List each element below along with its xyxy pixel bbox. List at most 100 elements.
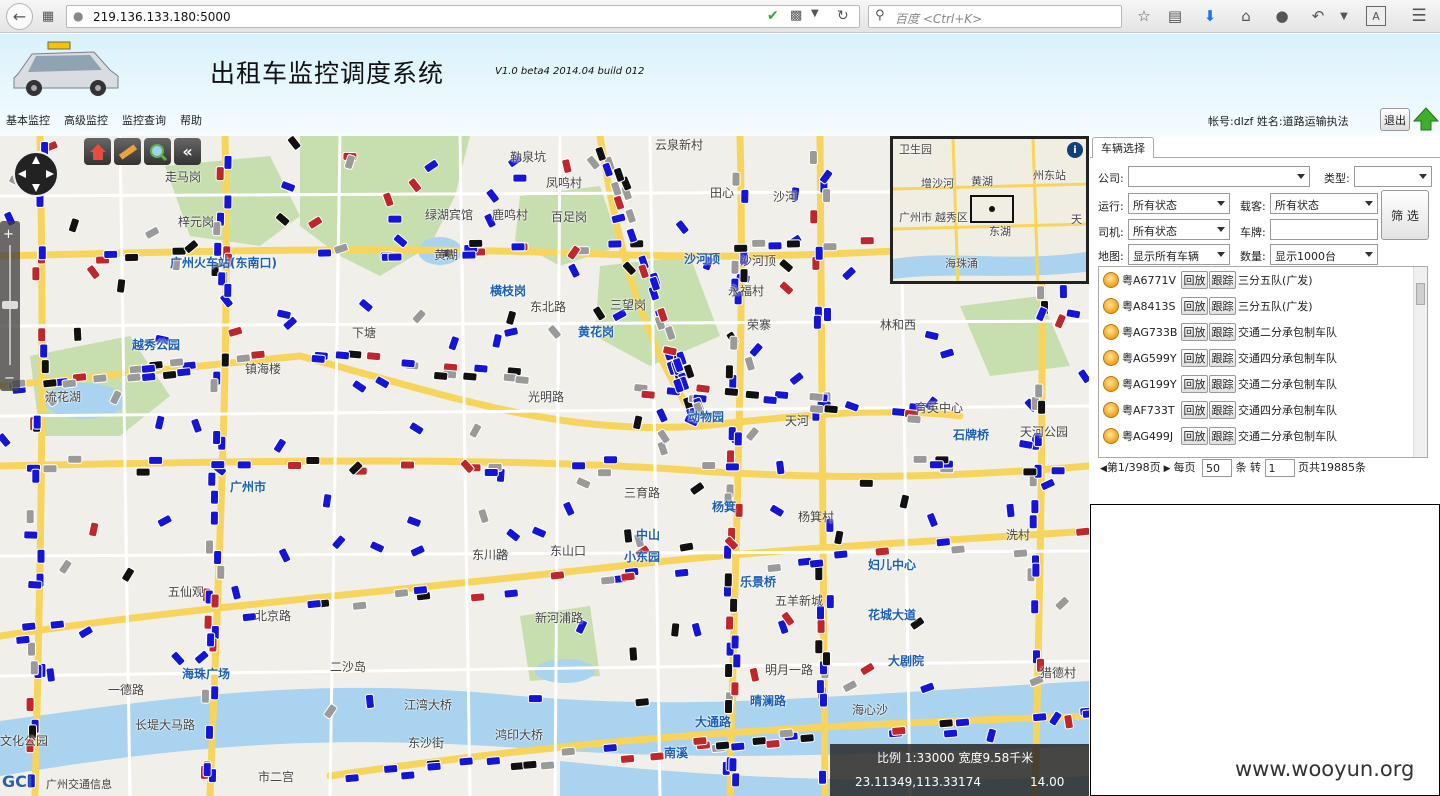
taxi-marker[interactable] bbox=[739, 268, 749, 284]
taxi-marker[interactable] bbox=[814, 566, 824, 582]
taxi-marker[interactable] bbox=[527, 694, 543, 704]
company-select[interactable] bbox=[1128, 166, 1310, 187]
taxi-marker[interactable] bbox=[287, 461, 302, 470]
taxi-marker[interactable] bbox=[751, 736, 767, 747]
taxi-marker[interactable] bbox=[31, 468, 41, 484]
taxi-marker[interactable] bbox=[522, 759, 538, 770]
taxi-marker[interactable] bbox=[124, 252, 140, 263]
taxi-marker[interactable] bbox=[213, 549, 223, 566]
taxi-marker[interactable] bbox=[730, 634, 740, 650]
chat-icon[interactable]: ● bbox=[1272, 6, 1292, 26]
taxi-marker[interactable] bbox=[400, 460, 415, 470]
prev-page-icon[interactable]: ◀ bbox=[1100, 464, 1107, 474]
map-view[interactable]: 勒泉坑 云泉新村 走马岗 梓元岗 凤鸣村 百足岗 鹿鸣村 绿湖宾馆 田心 沙河 广州火车站(东南口)… bbox=[0, 136, 1089, 796]
taxi-marker[interactable] bbox=[468, 238, 484, 248]
taxi-marker[interactable] bbox=[799, 733, 815, 744]
taxi-marker[interactable] bbox=[23, 530, 39, 540]
taxi-marker[interactable] bbox=[1012, 548, 1029, 559]
menu-icon[interactable]: ☰ bbox=[1408, 5, 1430, 27]
taxi-marker[interactable] bbox=[220, 352, 230, 368]
list-item[interactable]: 粤AG199Y 回放 跟踪 交通二分承包制车队 bbox=[1099, 371, 1419, 397]
taxi-marker[interactable] bbox=[514, 375, 530, 385]
taxi-marker[interactable] bbox=[1028, 514, 1038, 530]
taxi-marker[interactable] bbox=[620, 571, 636, 582]
taxi-marker[interactable] bbox=[740, 188, 750, 204]
taxi-marker[interactable] bbox=[400, 770, 416, 781]
taxi-marker[interactable] bbox=[822, 188, 832, 204]
list-item[interactable]: 粤AG499J 回放 跟踪 交通二分承包制车队 bbox=[1099, 423, 1419, 449]
taxi-marker[interactable] bbox=[724, 364, 734, 380]
taxi-marker[interactable] bbox=[539, 760, 556, 771]
taxi-marker[interactable] bbox=[204, 724, 215, 740]
taxi-marker[interactable] bbox=[731, 772, 741, 788]
taxi-marker[interactable] bbox=[600, 575, 616, 586]
taxi-marker[interactable] bbox=[1030, 599, 1040, 615]
taxi-marker[interactable] bbox=[1037, 399, 1047, 415]
taxi-marker[interactable] bbox=[775, 459, 786, 476]
taxi-marker[interactable] bbox=[412, 585, 429, 596]
taxi-marker[interactable] bbox=[1065, 308, 1082, 320]
taxi-marker[interactable] bbox=[818, 769, 827, 785]
taxi-marker[interactable] bbox=[387, 252, 403, 262]
taxi-marker[interactable] bbox=[765, 738, 781, 749]
taxi-marker[interactable] bbox=[67, 454, 83, 464]
taxi-marker[interactable] bbox=[176, 367, 192, 378]
home-icon[interactable] bbox=[84, 138, 111, 165]
taxi-marker[interactable] bbox=[212, 429, 222, 446]
taxi-marker[interactable] bbox=[207, 471, 217, 487]
taxi-marker[interactable] bbox=[61, 378, 77, 389]
taxi-marker[interactable] bbox=[1034, 383, 1044, 399]
taxi-marker[interactable] bbox=[27, 641, 36, 657]
taxi-marker[interactable] bbox=[649, 751, 665, 762]
taxi-marker[interactable] bbox=[571, 461, 587, 471]
taxi-marker[interactable] bbox=[503, 588, 519, 599]
taxi-marker[interactable] bbox=[148, 455, 164, 465]
taxi-marker[interactable] bbox=[204, 539, 215, 555]
taxi-marker[interactable] bbox=[730, 259, 740, 275]
run-status-select[interactable]: 所有状态 bbox=[1128, 193, 1230, 214]
chevron-down-icon[interactable]: ▼ bbox=[1336, 6, 1352, 26]
taxi-marker[interactable] bbox=[321, 493, 333, 509]
taxi-marker[interactable] bbox=[808, 150, 818, 165]
taxi-marker[interactable] bbox=[695, 383, 711, 394]
taxi-marker[interactable] bbox=[729, 597, 739, 613]
taxi-marker[interactable] bbox=[730, 681, 740, 697]
taxi-marker[interactable] bbox=[1058, 284, 1068, 300]
taxi-marker[interactable] bbox=[1022, 467, 1038, 477]
taxi-marker[interactable] bbox=[725, 449, 736, 465]
dropdown-icon[interactable]: ▼ bbox=[811, 8, 819, 19]
taxi-marker[interactable] bbox=[751, 238, 767, 248]
taxi-marker[interactable] bbox=[938, 718, 954, 729]
taxi-marker[interactable] bbox=[1005, 502, 1016, 519]
taxi-marker[interactable] bbox=[135, 467, 151, 477]
taxi-marker[interactable] bbox=[236, 460, 252, 470]
taxi-marker[interactable] bbox=[701, 461, 717, 470]
scroll-thumb[interactable] bbox=[1416, 283, 1425, 305]
taxi-marker[interactable] bbox=[365, 351, 382, 362]
replay-button[interactable]: 回放 bbox=[1181, 271, 1208, 289]
per-page-input[interactable]: 50 bbox=[1202, 459, 1233, 477]
track-button[interactable]: 跟踪 bbox=[1209, 349, 1236, 367]
taxi-marker[interactable] bbox=[814, 245, 824, 261]
replay-button[interactable]: 回放 bbox=[1181, 297, 1208, 315]
taxi-marker[interactable] bbox=[950, 544, 966, 555]
taxi-marker[interactable] bbox=[628, 646, 639, 662]
taxi-marker[interactable] bbox=[45, 667, 56, 683]
taxi-marker[interactable] bbox=[1031, 562, 1041, 578]
up-arrow-icon[interactable] bbox=[1413, 106, 1439, 132]
taxi-marker[interactable] bbox=[37, 245, 47, 261]
taxi-marker[interactable] bbox=[210, 593, 220, 609]
qrcode-icon[interactable]: ▩ bbox=[790, 8, 802, 23]
taxi-marker[interactable] bbox=[161, 369, 178, 381]
taxi-marker[interactable] bbox=[458, 756, 474, 767]
taxi-marker[interactable] bbox=[216, 564, 226, 580]
pan-control[interactable] bbox=[12, 150, 60, 198]
taxi-marker[interactable] bbox=[602, 743, 618, 753]
taxi-marker[interactable] bbox=[1036, 285, 1046, 301]
taxi-marker[interactable] bbox=[92, 373, 108, 384]
taxi-marker[interactable] bbox=[723, 386, 740, 397]
taxi-marker[interactable] bbox=[714, 740, 731, 751]
taxi-marker[interactable] bbox=[200, 688, 210, 704]
taxi-marker[interactable] bbox=[728, 757, 738, 773]
taxi-marker[interactable] bbox=[37, 327, 47, 343]
